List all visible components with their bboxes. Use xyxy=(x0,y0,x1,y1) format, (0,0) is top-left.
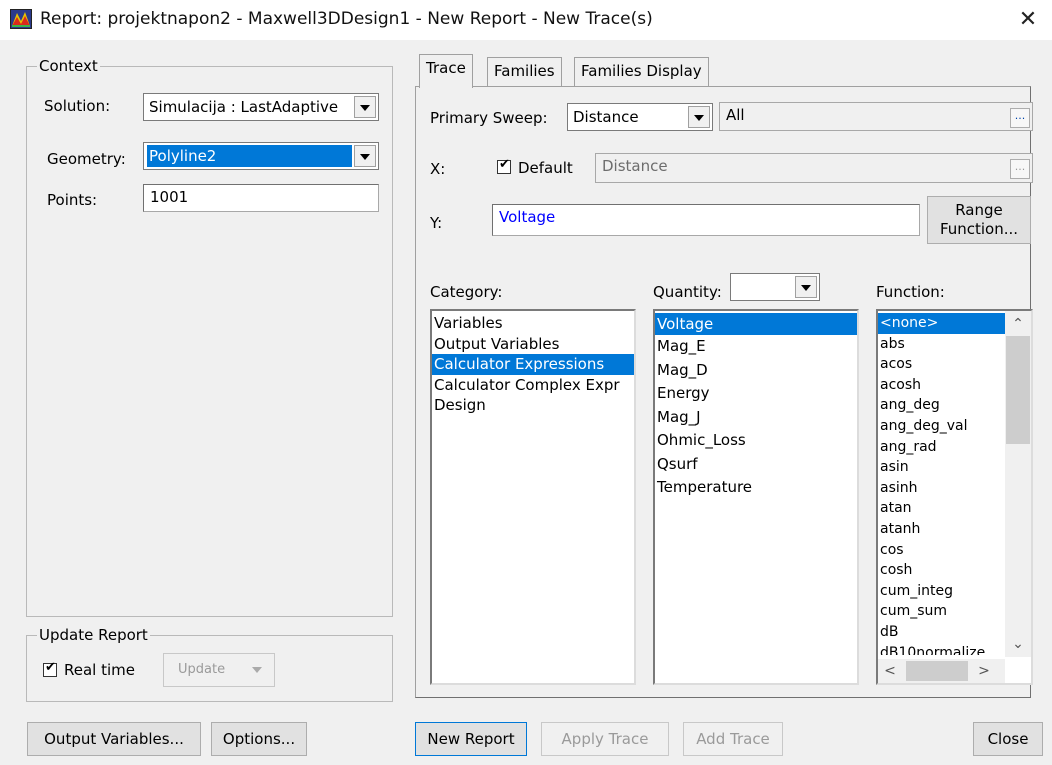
tab-families[interactable]: Families xyxy=(487,57,562,87)
close-icon[interactable]: ✕ xyxy=(1010,4,1046,36)
function-horizontal-scrollbar[interactable]: < > xyxy=(878,659,1005,683)
title-bar: Report: projektnapon2 - Maxwell3DDesign1… xyxy=(0,0,1052,40)
apply-trace-button: Apply Trace xyxy=(541,722,669,756)
chevron-right-icon[interactable]: > xyxy=(972,660,996,682)
range-function-button[interactable]: Range Function... xyxy=(927,196,1031,244)
list-item[interactable]: cum_integ xyxy=(878,581,1005,602)
add-trace-button: Add Trace xyxy=(683,722,783,756)
new-report-button[interactable]: New Report xyxy=(415,722,527,756)
function-list[interactable]: <none> abs acos acosh ang_deg ang_deg_va… xyxy=(876,309,1033,685)
points-field[interactable]: 1001 xyxy=(143,184,379,212)
range-function-line2: Function... xyxy=(939,220,1019,238)
maxwell-app-icon xyxy=(10,9,32,29)
range-function-line1: Range xyxy=(955,201,1003,219)
geometry-value: Polyline2 xyxy=(147,145,352,167)
primary-sweep-label: Primary Sweep: xyxy=(430,109,548,127)
category-list[interactable]: Variables Output Variables Calculator Ex… xyxy=(430,309,636,685)
list-item[interactable]: acosh xyxy=(878,375,1005,396)
list-item[interactable]: dB10normalize xyxy=(878,643,1005,655)
y-label: Y: xyxy=(430,214,443,232)
quantity-filter-value xyxy=(734,276,793,298)
list-item[interactable]: Calculator Expressions xyxy=(432,354,634,375)
update-label: Update xyxy=(178,662,226,677)
default-label: Default xyxy=(518,159,573,177)
update-report-legend: Update Report xyxy=(39,626,148,644)
geometry-label: Geometry: xyxy=(47,150,126,168)
quantity-label: Quantity: xyxy=(653,283,722,301)
chevron-down-icon[interactable] xyxy=(795,276,817,298)
list-item[interactable]: cosh xyxy=(878,560,1005,581)
function-items: <none> abs acos acosh ang_deg ang_deg_va… xyxy=(878,313,1005,655)
list-item[interactable]: Calculator Complex Expr xyxy=(432,375,634,396)
sweep-range-ellipsis-button[interactable]: ... xyxy=(1010,108,1030,128)
solution-select[interactable]: Simulacija : LastAdaptive xyxy=(143,93,379,121)
x-ellipsis-button: ... xyxy=(1010,159,1030,179)
function-label: Function: xyxy=(876,283,945,301)
list-item[interactable]: acos xyxy=(878,354,1005,375)
x-expression-field: Distance xyxy=(595,153,1033,183)
list-item[interactable]: asin xyxy=(878,457,1005,478)
context-group: Context xyxy=(26,57,393,617)
quantity-list[interactable]: Voltage Mag_E Mag_D Energy Mag_J Ohmic_L… xyxy=(653,309,859,685)
list-item[interactable]: Energy xyxy=(655,382,857,406)
close-button[interactable]: Close xyxy=(973,722,1043,756)
list-item[interactable]: dB xyxy=(878,622,1005,643)
list-item[interactable]: cum_sum xyxy=(878,601,1005,622)
chevron-down-icon xyxy=(252,667,262,673)
list-item[interactable]: <none> xyxy=(878,313,1005,334)
window-title: Report: projektnapon2 - Maxwell3DDesign1… xyxy=(40,9,653,29)
list-item[interactable]: Output Variables xyxy=(432,334,634,355)
x-label: X: xyxy=(430,160,446,178)
primary-sweep-select[interactable]: Distance xyxy=(567,103,713,131)
y-expression-field[interactable]: Voltage xyxy=(492,204,920,236)
chevron-down-icon[interactable] xyxy=(354,96,376,118)
realtime-label: Real time xyxy=(64,661,135,679)
default-checkbox[interactable] xyxy=(497,157,511,174)
chevron-down-icon[interactable]: ⌄ xyxy=(1005,633,1031,655)
output-variables-button[interactable]: Output Variables... xyxy=(27,722,201,756)
points-label: Points: xyxy=(47,191,98,209)
list-item[interactable]: Voltage xyxy=(655,313,857,335)
sweep-range-field: All xyxy=(719,102,1033,131)
update-button: Update xyxy=(163,653,275,687)
list-item[interactable]: cos xyxy=(878,540,1005,561)
scroll-thumb[interactable] xyxy=(1006,336,1030,444)
chevron-left-icon[interactable]: < xyxy=(878,660,902,682)
list-item[interactable]: ang_rad xyxy=(878,437,1005,458)
geometry-select[interactable]: Polyline2 xyxy=(143,142,379,170)
chevron-up-icon[interactable]: ⌃ xyxy=(1005,313,1031,335)
list-item[interactable]: ang_deg_val xyxy=(878,416,1005,437)
list-item[interactable]: atan xyxy=(878,498,1005,519)
solution-value: Simulacija : LastAdaptive xyxy=(149,98,339,116)
list-item[interactable]: Temperature xyxy=(655,476,857,500)
tab-families-display[interactable]: Families Display xyxy=(574,57,709,87)
list-item[interactable]: abs xyxy=(878,334,1005,355)
list-item[interactable]: asinh xyxy=(878,478,1005,499)
list-item[interactable]: Mag_D xyxy=(655,359,857,383)
list-item[interactable]: atanh xyxy=(878,519,1005,540)
realtime-checkbox[interactable] xyxy=(43,660,57,677)
list-item[interactable]: Variables xyxy=(432,313,634,334)
function-vertical-scrollbar[interactable]: ⌃ ⌄ xyxy=(1005,311,1031,657)
tab-trace[interactable]: Trace xyxy=(419,54,473,88)
solution-label: Solution: xyxy=(44,97,111,115)
list-item[interactable]: ang_deg xyxy=(878,395,1005,416)
chevron-down-icon[interactable] xyxy=(354,145,376,167)
options-button[interactable]: Options... xyxy=(211,722,307,756)
context-legend: Context xyxy=(39,57,98,75)
chevron-down-icon[interactable] xyxy=(688,106,710,128)
list-item[interactable]: Ohmic_Loss xyxy=(655,429,857,453)
primary-sweep-value: Distance xyxy=(573,108,639,126)
list-item[interactable]: Design xyxy=(432,395,634,416)
list-item[interactable]: Mag_J xyxy=(655,406,857,430)
category-label: Category: xyxy=(430,283,503,301)
quantity-filter-select[interactable] xyxy=(730,273,820,301)
list-item[interactable]: Mag_E xyxy=(655,335,857,359)
list-item[interactable]: Qsurf xyxy=(655,453,857,477)
scroll-thumb[interactable] xyxy=(906,661,968,681)
